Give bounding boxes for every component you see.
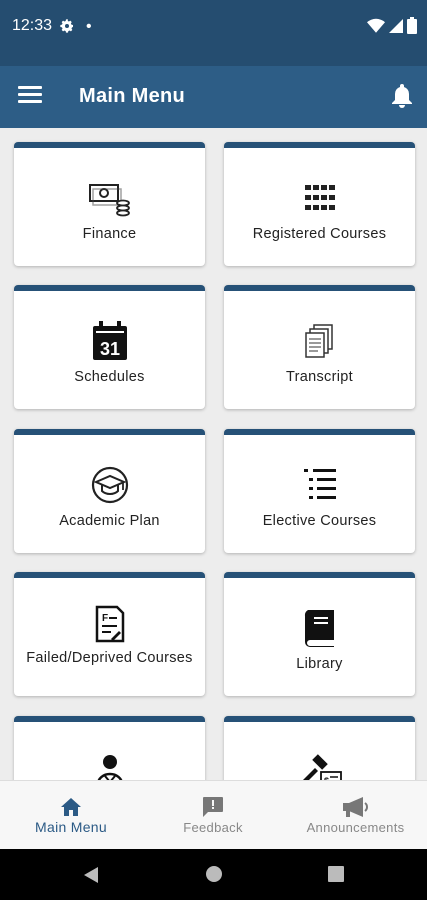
- card-schedules[interactable]: 31 Schedules: [14, 285, 205, 409]
- graduation-cap-icon: [91, 466, 128, 504]
- grid-icon: [304, 185, 335, 210]
- bell-icon[interactable]: [391, 84, 413, 108]
- card-label: Academic Plan: [59, 513, 160, 529]
- gavel-icon: $: [302, 754, 342, 780]
- card-label: Schedules: [74, 369, 145, 385]
- book-icon: [304, 610, 334, 647]
- settings-icon: [60, 19, 73, 33]
- status-time: 12:33: [12, 17, 53, 34]
- nav-announcements[interactable]: Announcements: [284, 781, 427, 850]
- card-library[interactable]: Library: [224, 572, 415, 696]
- card-registered-courses[interactable]: Registered Courses: [224, 142, 415, 266]
- nav-main-menu[interactable]: Main Menu: [0, 781, 142, 850]
- home-icon: [61, 797, 81, 816]
- wifi-icon: [367, 18, 385, 33]
- back-icon[interactable]: [83, 866, 99, 884]
- hamburger-menu-icon[interactable]: [18, 86, 42, 108]
- calendar-icon: 31: [92, 321, 127, 360]
- card-academic-plan[interactable]: Academic Plan: [14, 429, 205, 553]
- nav-label: Announcements: [306, 820, 405, 835]
- card-gavel[interactable]: $: [224, 716, 415, 780]
- card-finance[interactable]: Finance: [14, 142, 205, 266]
- card-elective-courses[interactable]: Elective Courses: [224, 429, 415, 553]
- menu-grid: Finance Registered Courses 31 Schedules …: [0, 128, 427, 780]
- documents-icon: [304, 324, 333, 358]
- card-person[interactable]: [14, 716, 205, 780]
- svg-text:31: 31: [99, 339, 119, 359]
- nav-feedback[interactable]: Feedback: [142, 781, 284, 850]
- battery-icon: [407, 17, 417, 34]
- card-transcript[interactable]: Transcript: [224, 285, 415, 409]
- list-icon: [303, 469, 336, 499]
- status-icons: [367, 17, 417, 34]
- app-bar: Main Menu: [0, 66, 427, 128]
- status-bar: 12:33 •: [0, 0, 427, 66]
- nav-label: Main Menu: [35, 818, 107, 835]
- card-label: Failed/Deprived Courses: [26, 650, 193, 666]
- svg-text:F: F: [102, 613, 108, 624]
- page-title: Main Menu: [79, 85, 186, 107]
- system-nav-bar: [0, 849, 427, 900]
- home-circle-icon[interactable]: [205, 865, 223, 883]
- card-label: Library: [296, 656, 343, 672]
- card-label: Elective Courses: [262, 513, 377, 529]
- card-failed-deprived-courses[interactable]: F Failed/Deprived Courses: [14, 572, 205, 696]
- notification-dot-icon: •: [86, 18, 92, 35]
- money-icon: [88, 184, 130, 217]
- card-label: Registered Courses: [252, 226, 387, 242]
- person-icon: [97, 755, 122, 780]
- bottom-nav: Main Menu Feedback Announcements: [0, 780, 427, 849]
- card-label: Finance: [82, 226, 137, 242]
- megaphone-icon: [342, 797, 368, 817]
- recents-icon[interactable]: [328, 866, 344, 882]
- signal-icon: [389, 18, 403, 33]
- failed-doc-icon: F: [95, 605, 124, 643]
- card-label: Transcript: [286, 369, 353, 385]
- nav-label: Feedback: [183, 820, 243, 835]
- feedback-icon: [203, 797, 223, 817]
